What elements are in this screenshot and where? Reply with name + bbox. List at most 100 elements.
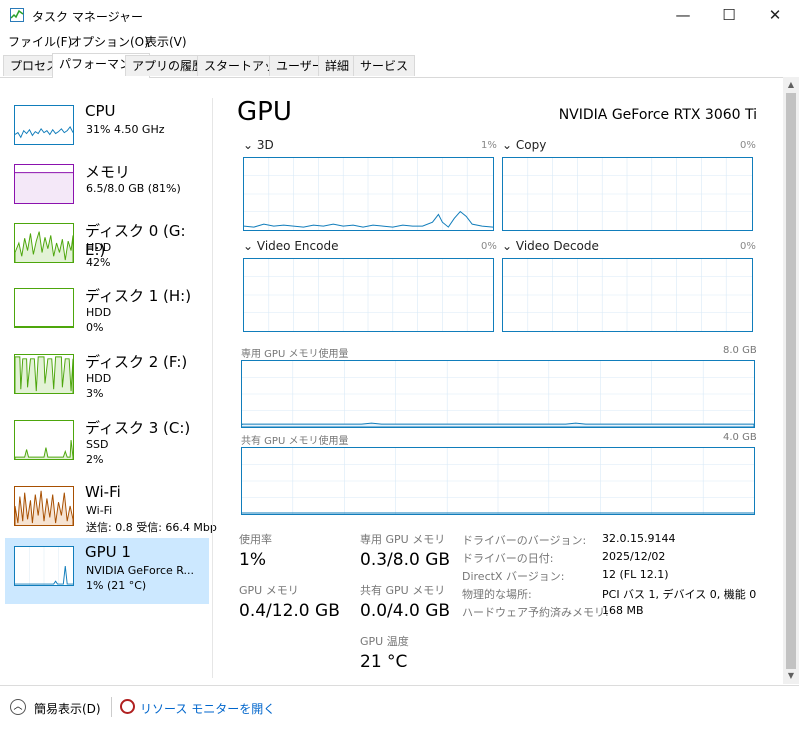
engine-selector-3d[interactable]: ⌄ 3D <box>243 138 274 152</box>
engine-selector-video-encode[interactable]: ⌄ Video Encode <box>243 239 338 253</box>
wifi-thumbnail-graph <box>14 486 74 526</box>
sidebar-item-sub: 2% <box>86 453 104 466</box>
sidebar-item-title: GPU 1 <box>85 543 131 561</box>
engine-graph-video-encode <box>243 258 494 332</box>
sidebar-item-sub: 送信: 0.8 受信: 66.4 Mbp <box>86 521 217 534</box>
chevron-up-icon: ︿ <box>10 699 26 715</box>
sidebar-item-disk-1[interactable]: ディスク 1 (H:) HDD 0% <box>5 280 209 346</box>
engine-graph-copy <box>502 157 753 231</box>
disk1-thumbnail-graph <box>14 288 74 328</box>
minimize-button[interactable]: — <box>660 0 706 31</box>
engine-name: Video Decode <box>515 239 599 253</box>
window-title: タスク マネージャー <box>32 10 143 24</box>
shared-memory-graph <box>241 447 755 515</box>
sidebar-item-title: Wi-Fi <box>85 483 121 501</box>
shared-memory-max: 4.0 GB <box>723 432 757 443</box>
detail-value: 12 (FL 12.1) <box>602 568 669 581</box>
engine-name: 3D <box>256 138 274 152</box>
sidebar-item-disk-2[interactable]: ディスク 2 (F:) HDD 3% <box>5 346 209 412</box>
resource-monitor-icon <box>120 699 135 714</box>
engine-graph-video-decode <box>502 258 753 332</box>
detail-label: 物理的な場所: <box>462 588 532 601</box>
engine-percent: 0% <box>481 241 497 252</box>
maximize-button[interactable]: ☐ <box>706 0 752 31</box>
sidebar-item-title: ディスク 3 (C:) <box>85 419 191 437</box>
tab-details[interactable]: 詳細 <box>318 55 357 76</box>
shared-memory-label: 共有 GPU メモリ使用量 <box>241 436 349 447</box>
vertical-scrollbar[interactable]: ▲ ▼ <box>783 77 799 684</box>
engine-percent: 1% <box>481 140 497 151</box>
close-button[interactable]: ✕ <box>752 0 798 31</box>
sidebar-item-title: メモリ <box>85 163 131 181</box>
sidebar-item-sub: NVIDIA GeForce R... <box>86 564 195 577</box>
engine-selector-video-decode[interactable]: ⌄ Video Decode <box>502 239 599 253</box>
sidebar-item-title: CPU <box>85 102 116 120</box>
detail-label: ドライバーの日付: <box>462 552 554 565</box>
engine-percent: 0% <box>740 241 756 252</box>
chevron-down-icon: ⌄ <box>243 138 254 152</box>
engine-selector-copy[interactable]: ⌄ Copy <box>502 138 546 152</box>
sidebar-item-sub: 1% (21 °C) <box>86 579 147 592</box>
detail-value: 2025/12/02 <box>602 550 666 563</box>
detail-value: 32.0.15.9144 <box>602 532 676 545</box>
gpu-model-name: NVIDIA GeForce RTX 3060 Ti <box>558 107 757 123</box>
fewer-details-label: 簡易表示(D) <box>34 702 101 716</box>
gpu-temperature-label: GPU 温度 <box>360 635 409 648</box>
task-manager-icon <box>10 8 24 22</box>
usage-value: 1% <box>239 550 266 570</box>
gpu-memory-value: 0.4/12.0 GB <box>239 601 340 621</box>
scroll-down-icon[interactable]: ▼ <box>783 668 799 684</box>
engine-name: Copy <box>515 138 547 152</box>
sidebar-item-disk-3[interactable]: ディスク 3 (C:) SSD 2% <box>5 412 209 478</box>
detail-value: PCI バス 1, デバイス 0, 機能 0 <box>602 588 757 601</box>
engine-percent: 0% <box>740 140 756 151</box>
disk0-thumbnail-graph <box>14 223 74 263</box>
sidebar-item-sub: HDD <box>86 372 112 385</box>
dedicated-memory-max: 8.0 GB <box>723 345 757 356</box>
sidebar-item-sub: 42% <box>86 256 111 269</box>
menu-view[interactable]: 表示(V) <box>145 33 187 50</box>
sidebar-item-sub: 3% <box>86 387 104 400</box>
gpu-memory-label: GPU メモリ <box>239 584 299 597</box>
disk3-thumbnail-graph <box>14 420 74 460</box>
page-title: GPU <box>237 97 292 127</box>
sidebar-item-disk-0[interactable]: ディスク 0 (G: E:) HDD 42% <box>5 215 209 281</box>
sidebar-item-sub: 31% 4.50 GHz <box>86 123 165 136</box>
menu-file[interactable]: ファイル(F) <box>8 33 72 50</box>
sidebar-item-wifi[interactable]: Wi-Fi Wi-Fi 送信: 0.8 受信: 66.4 Mbp <box>5 478 217 544</box>
separator <box>111 697 112 717</box>
dedicated-memory-graph <box>241 360 755 428</box>
sidebar-item-sub: SSD <box>86 438 109 451</box>
chevron-down-icon: ⌄ <box>502 138 513 152</box>
sidebar-item-title: ディスク 2 (F:) <box>85 353 188 371</box>
scroll-up-icon[interactable]: ▲ <box>783 77 799 93</box>
gpu-thumbnail-graph <box>14 546 74 586</box>
engine-name: Video Encode <box>256 239 339 253</box>
sidebar-item-sub: HDD <box>86 241 112 254</box>
menu-options[interactable]: オプション(O) <box>70 33 149 50</box>
dedicated-gpu-memory-value: 0.3/8.0 GB <box>360 550 451 570</box>
sidebar-item-sub: 0% <box>86 321 104 334</box>
dedicated-memory-label: 専用 GPU メモリ使用量 <box>241 349 349 360</box>
detail-value: 168 MB <box>602 604 644 617</box>
usage-label: 使用率 <box>239 533 272 546</box>
scrollbar-thumb[interactable] <box>786 93 796 669</box>
shared-gpu-memory-label: 共有 GPU メモリ <box>360 584 446 597</box>
sidebar-item-gpu-1[interactable]: GPU 1 NVIDIA GeForce R... 1% (21 °C) <box>5 538 209 604</box>
dedicated-gpu-memory-label: 専用 GPU メモリ <box>360 533 446 546</box>
disk2-thumbnail-graph <box>14 354 74 394</box>
tab-services[interactable]: サービス <box>353 55 416 76</box>
memory-thumbnail-graph <box>14 164 74 204</box>
sidebar-item-memory[interactable]: メモリ 6.5/8.0 GB (81%) <box>5 156 209 222</box>
gpu-detail-panel: GPU NVIDIA GeForce RTX 3060 Ti ⌄ 3D 1% ⌄… <box>213 77 783 677</box>
chevron-down-icon: ⌄ <box>502 239 513 253</box>
gpu-temperature-value: 21 °C <box>360 652 408 672</box>
sidebar-item-sub: Wi-Fi <box>86 504 113 517</box>
detail-label: ドライバーのバージョン: <box>462 534 587 547</box>
sidebar-item-sub: 6.5/8.0 GB (81%) <box>86 182 181 195</box>
sidebar-item-title: ディスク 1 (H:) <box>85 287 192 305</box>
title-bar: タスク マネージャー — ☐ ✕ <box>0 0 799 31</box>
detail-label: ハードウェア予約済みメモリ: <box>462 606 609 619</box>
sidebar-item-cpu[interactable]: CPU 31% 4.50 GHz <box>5 97 209 163</box>
bottom-bar: ︿ 簡易表示(D) リソース モニターを開く <box>0 685 799 734</box>
